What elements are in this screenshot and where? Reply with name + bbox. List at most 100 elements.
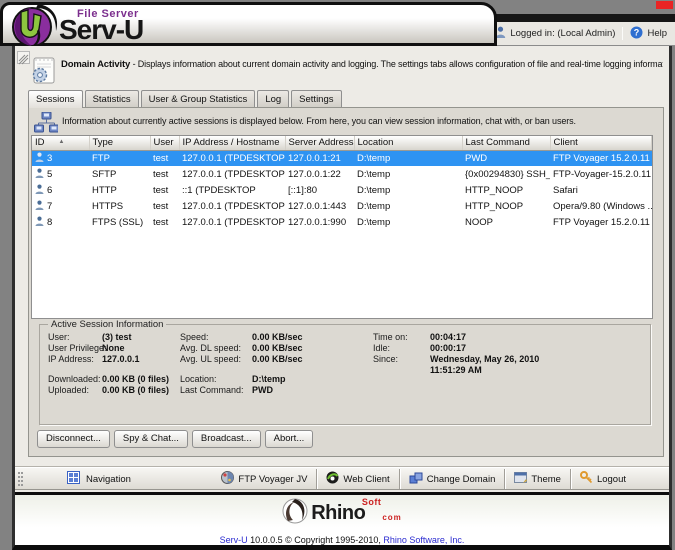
spy-chat-button[interactable]: Spy & Chat... [114,430,188,448]
dotcom-wordmark: com [382,513,401,522]
column-header-last-command[interactable]: Last Command [462,136,550,150]
field-value: D:\temp [252,374,286,384]
field-label: Time on: [373,332,408,342]
web-client-label: Web Client [343,474,389,485]
session-user-icon [35,168,44,181]
field-label: User: [48,332,70,342]
sessions-panel: Information about currently active sessi… [28,107,664,457]
user-icon [495,26,506,41]
field-value: 0.00 KB/sec [252,343,303,353]
tab-statistics[interactable]: Statistics [85,90,139,107]
field-label: Avg. UL speed: [180,354,241,364]
sort-asc-icon: ▲ [59,139,65,145]
sessions-table: ID▲ Type User IP Address / Hostname Serv… [31,135,653,319]
active-session-information: Active Session Information User: (3) tes… [39,324,651,425]
column-header-location[interactable]: Location [354,136,462,150]
help-icon: ? [630,26,643,42]
field-label: Since: [373,354,398,364]
table-header-row: ID▲ Type User IP Address / Hostname Serv… [32,136,652,150]
toolbar-grip-handle[interactable] [18,472,23,486]
column-header-user[interactable]: User [150,136,179,150]
field-value: 00:00:17 [430,343,466,353]
ftp-voyager-label: FTP Voyager JV [238,474,307,485]
table-row[interactable]: 6 HTTPtest ::1 (TPDESKTOP[::1]:80 D:\tem… [32,182,652,198]
session-user-icon [35,184,44,197]
table-row[interactable]: 5 SFTPtest 127.0.0.1 (TPDESKTOP127.0.0.1… [32,166,652,182]
column-header-type[interactable]: Type [89,136,150,150]
field-label: Uploaded: [48,385,89,395]
collapse-handle-icon[interactable] [17,51,30,64]
bottom-toolbar: Navigation FTP Voyager JV Web Client Cha… [15,467,669,490]
main-window: Domain Activity - Displays information a… [12,46,672,550]
logout-button[interactable]: Logout [570,469,635,489]
toolbar-actions: FTP Voyager JV Web Client Change Domain … [212,469,635,489]
logout-label: Logout [597,474,626,485]
corner-marker [656,1,673,9]
tab-log[interactable]: Log [257,90,289,107]
theme-label: Theme [531,474,561,485]
column-header-server[interactable]: Server Address [285,136,354,150]
field-label: User Privilege: [48,343,107,353]
fieldset-legend: Active Session Information [48,319,166,330]
tab-user-group-statistics[interactable]: User & Group Statistics [141,90,256,107]
change-domain-button[interactable]: Change Domain [399,469,505,489]
table-row[interactable]: 8 FTPS (SSL)test 127.0.0.1 (TPDESKTOP127… [32,214,652,230]
field-label: Last Command: [180,385,244,395]
session-actions: Disconnect... Spy & Chat... Broadcast...… [37,430,313,448]
help-label: Help [647,28,667,39]
disconnect-button[interactable]: Disconnect... [37,430,110,448]
column-header-client[interactable]: Client [550,136,652,150]
svg-text:?: ? [634,27,640,37]
logout-key-icon [580,471,593,487]
rhino-circle-icon [282,498,308,529]
theme-button[interactable]: Theme [504,469,570,489]
table-row[interactable]: 7 HTTPStest 127.0.0.1 (TPDESKTOP127.0.0.… [32,198,652,214]
field-label: Downloaded: [48,374,101,384]
column-header-ip[interactable]: IP Address / Hostname [179,136,285,150]
top-banner: Managing domain: (Test) Logged in: (Loca… [0,0,675,46]
serv-u-link[interactable]: Serv-U [220,535,248,545]
divider [622,27,623,40]
company-link[interactable]: Rhino Software, Inc. [383,535,464,545]
theme-icon [514,472,527,487]
web-client-button[interactable]: Web Client [316,469,398,489]
field-value: 0.00 KB (0 files) [102,385,169,395]
table-row[interactable]: 3 FTPtest 127.0.0.1 (TPDESKTOP127.0.0.1:… [32,150,652,166]
navigation-label: Navigation [86,474,131,485]
navigation-grid-icon [67,471,80,487]
field-label: Idle: [373,343,390,353]
copyright-line: Serv-U 10.0.0.5 © Copyright 1995-2010, R… [15,535,669,545]
field-value: 11:51:29 AM [430,365,482,375]
navigation-button[interactable]: Navigation [67,471,131,487]
tab-sessions[interactable]: Sessions [28,90,83,108]
field-value: 127.0.0.1 [102,354,140,364]
field-value: PWD [252,385,273,395]
field-value: 0.00 KB (0 files) [102,374,169,384]
field-value: None [102,343,125,353]
session-user-icon [35,216,44,229]
field-value: 0.00 KB/sec [252,354,303,364]
help-button[interactable]: ? Help [630,26,667,42]
change-domain-icon [409,472,423,487]
abort-button[interactable]: Abort... [265,430,314,448]
session-user-icon [35,152,44,165]
sessions-info-text: Information about currently active sessi… [62,116,653,126]
rhinosoft-logo: RhinoSoft com [15,498,669,529]
tab-bar: Sessions Statistics User & Group Statist… [28,90,344,108]
soft-wordmark: Soft [362,497,382,507]
footer: RhinoSoft com Serv-U 10.0.0.5 © Copyrigh… [15,495,669,545]
broadcast-button[interactable]: Broadcast... [192,430,261,448]
field-label: Speed: [180,332,209,342]
column-header-id[interactable]: ID▲ [32,136,89,150]
session-user-icon [35,200,44,213]
field-value: 00:04:17 [430,332,466,342]
rhino-wordmark: RhinoSoft [311,502,365,525]
field-value: 0.00 KB/sec [252,332,303,342]
page-title: Domain Activity - Displays information a… [61,59,663,70]
change-domain-label: Change Domain [427,474,496,485]
tab-settings[interactable]: Settings [291,90,341,107]
domain-activity-icon [30,55,57,90]
ftp-voyager-jv-button[interactable]: FTP Voyager JV [212,469,316,489]
field-value: Wednesday, May 26, 2010 [430,354,539,364]
field-label: Location: [180,374,217,384]
